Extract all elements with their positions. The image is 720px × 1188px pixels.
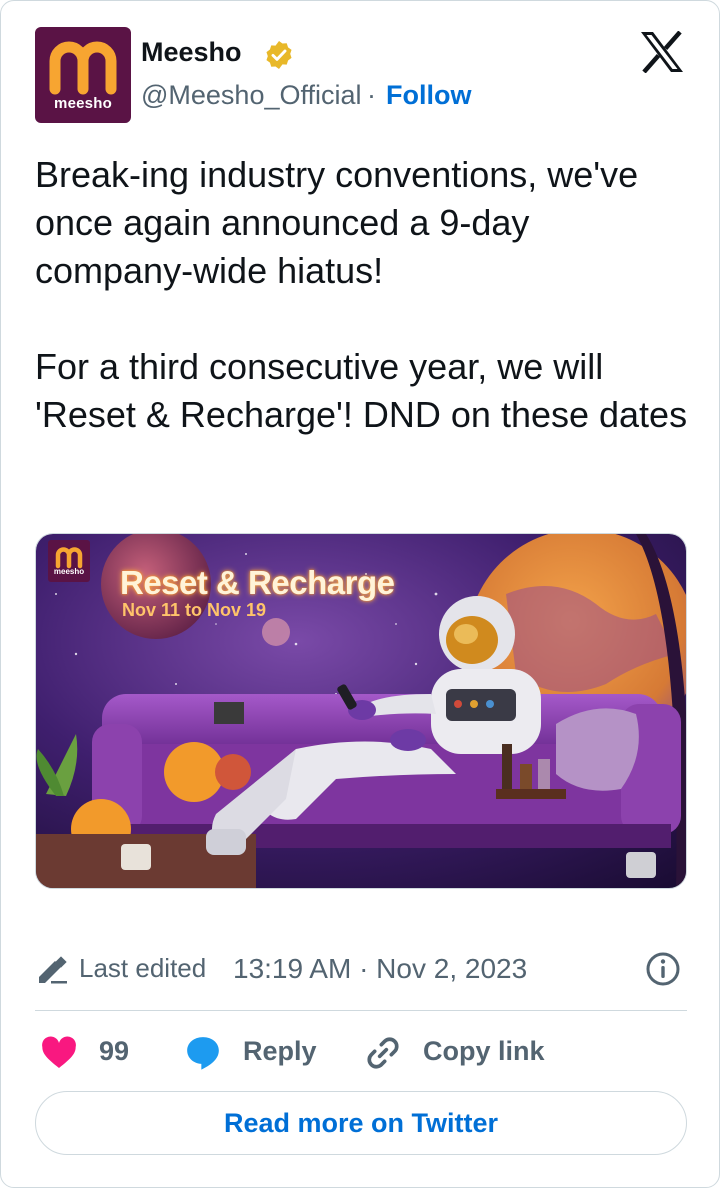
heart-icon bbox=[42, 1036, 76, 1068]
x-logo-icon[interactable] bbox=[639, 31, 685, 73]
verified-badge-icon bbox=[266, 41, 292, 69]
edit-metadata-row: Last edited 13:19 AM · Nov 2, 2023 bbox=[35, 949, 687, 989]
banner-logo: meesho bbox=[48, 540, 90, 582]
tweet-media-image[interactable]: meesho Reset & Recharge Nov 11 to Nov 19 bbox=[35, 533, 687, 889]
reply-bubble-icon bbox=[187, 1037, 219, 1070]
follow-button[interactable]: Follow bbox=[386, 80, 471, 111]
author-handle[interactable]: @Meesho_Official bbox=[141, 80, 363, 111]
reply-label: Reply bbox=[243, 1036, 317, 1066]
avatar-label: meesho bbox=[54, 95, 112, 112]
banner-logo-text: meesho bbox=[53, 567, 85, 576]
last-edited-label: Last edited bbox=[79, 953, 207, 983]
link-icon bbox=[367, 1037, 399, 1069]
tweet-timestamp[interactable]: 13:19 AM · Nov 2, 2023 bbox=[233, 953, 527, 985]
meesho-logo-icon bbox=[49, 41, 117, 95]
info-icon[interactable] bbox=[645, 951, 681, 987]
tweet-paragraph-2: For a third consecutive year, we will 'R… bbox=[35, 346, 688, 435]
tweet-text: Break-ing industry conventions, we've on… bbox=[35, 151, 695, 439]
like-button[interactable]: 99 bbox=[39, 1031, 139, 1073]
author-avatar[interactable]: meesho bbox=[35, 27, 131, 123]
separator-dot: · bbox=[367, 80, 376, 110]
tweet-embed-card: meesho Meesho @Meesho_Official · Follow … bbox=[0, 0, 720, 1188]
read-more-button[interactable]: Read more on Twitter bbox=[35, 1091, 687, 1155]
banner-logo-icon bbox=[55, 547, 83, 569]
divider bbox=[35, 1010, 687, 1011]
reply-button[interactable]: Reply bbox=[183, 1031, 323, 1073]
author-name[interactable]: Meesho bbox=[141, 37, 242, 68]
pencil-icon bbox=[39, 956, 67, 984]
banner-title: Reset & Recharge bbox=[120, 564, 395, 601]
copy-link-button[interactable]: Copy link bbox=[363, 1031, 563, 1073]
tweet-paragraph-1: Break-ing industry conventions, we've on… bbox=[35, 154, 639, 291]
like-count: 99 bbox=[99, 1036, 130, 1066]
copy-link-label: Copy link bbox=[423, 1036, 545, 1066]
banner-dates: Nov 11 to Nov 19 bbox=[122, 600, 267, 620]
